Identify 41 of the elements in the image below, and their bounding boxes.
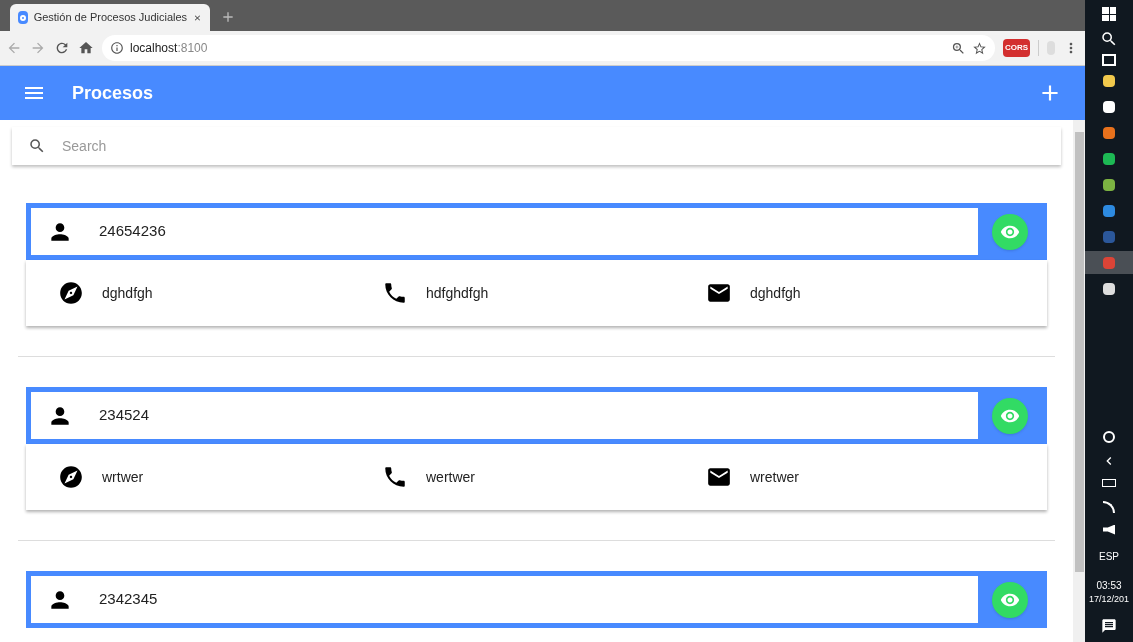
notification-icon[interactable] [1101, 618, 1117, 634]
clock-date[interactable]: 17/12/201 [1088, 592, 1129, 606]
detail-text: hdfghdfgh [426, 283, 489, 303]
battery-icon[interactable] [1102, 478, 1116, 487]
new-tab-icon[interactable] [220, 9, 236, 25]
view-button[interactable] [992, 397, 1028, 434]
home-icon[interactable] [78, 40, 94, 56]
compass-icon [58, 464, 84, 490]
detail-text: wretwer [750, 467, 799, 487]
detail-text: dghdfgh [102, 283, 153, 303]
detail-text: wrtwer [102, 467, 144, 487]
phone-icon [382, 464, 408, 490]
clock-time[interactable]: 03:53 [1096, 577, 1122, 593]
phone-icon [382, 280, 408, 306]
windows-icon[interactable] [1102, 7, 1116, 21]
language-indicator[interactable]: ESP [1099, 548, 1119, 564]
compass-icon [58, 280, 84, 306]
search-field[interactable]: Search [62, 135, 1045, 157]
view-button[interactable] [992, 581, 1028, 618]
process-id: 24654236 [99, 221, 166, 242]
zoom-icon[interactable] [950, 40, 966, 56]
task-view-icon[interactable] [1102, 54, 1116, 66]
browser-tab[interactable]: Gestión de Procesos Judiciales [10, 4, 210, 31]
scrollbar[interactable] [1073, 120, 1085, 642]
app-logo-icon [18, 11, 28, 24]
extension-button[interactable]: CORS [1002, 39, 1030, 57]
detail-text: dghdfgh [750, 283, 801, 303]
process-id: 2342345 [99, 589, 158, 610]
process-id: 234524 [99, 405, 150, 426]
tab-title: Gestión de Procesos Judiciales [33, 10, 188, 26]
view-button[interactable] [992, 213, 1028, 250]
info-icon[interactable] [110, 41, 124, 55]
star-icon[interactable] [971, 40, 987, 56]
url-text: localhost:8100 [130, 40, 208, 57]
search-icon [28, 137, 46, 155]
app-title: Procesos [72, 81, 155, 105]
reload-icon[interactable] [54, 40, 70, 56]
speaker-icon[interactable] [1103, 524, 1115, 535]
search-icon[interactable] [1100, 30, 1118, 48]
address-bar[interactable]: localhost:8100 [102, 35, 995, 61]
detail-text: wertwer [426, 467, 475, 487]
